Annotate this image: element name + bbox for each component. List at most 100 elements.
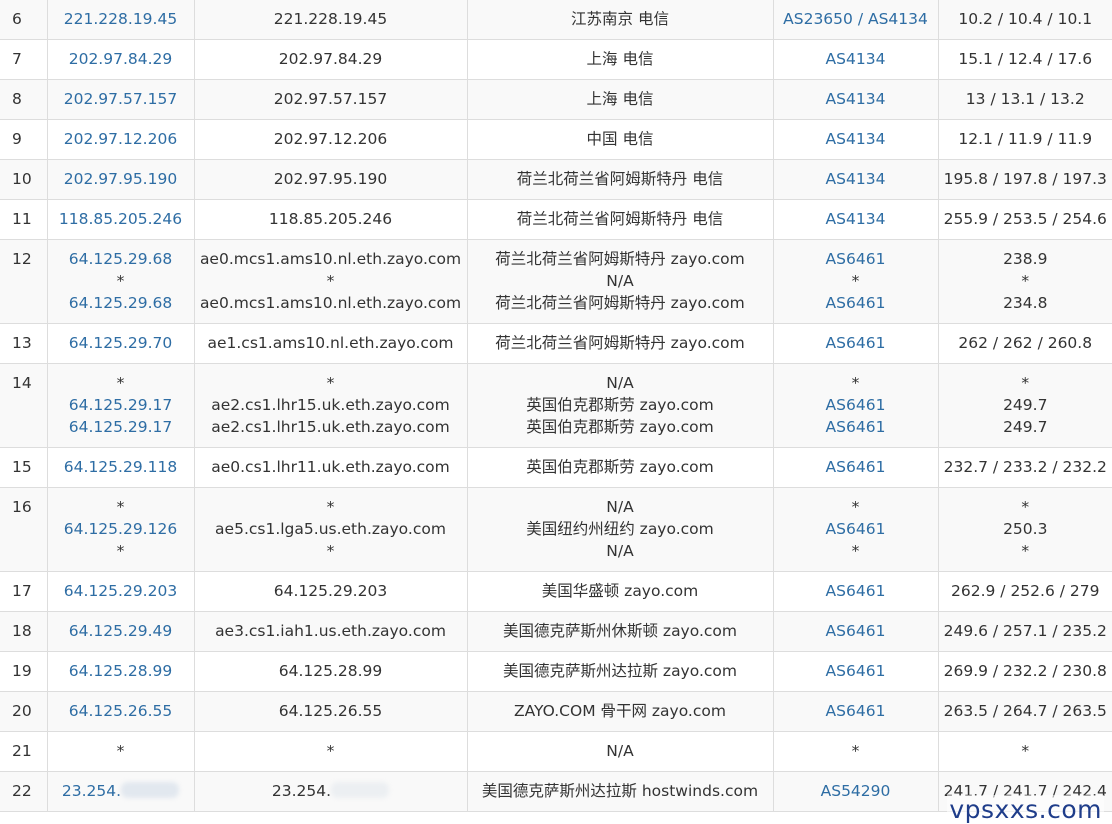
ip-address-link[interactable]: 64.125.29.126 — [64, 520, 177, 538]
ip-address-line: 64.125.29.17 — [48, 394, 194, 416]
asn-line: AS6461 — [774, 248, 938, 270]
hop-number: 14 — [0, 363, 48, 448]
hop-row: 6 221.228.19.45 221.228.19.45 江苏南京 电信 AS2365… — [0, 0, 1112, 40]
asn-cell: AS6461 * AS6461 — [773, 239, 939, 324]
hop-row: 19 64.125.28.99 64.125.28.99 美国德克萨斯州达拉斯 zay… — [0, 651, 1112, 692]
latency-text: * — [1021, 498, 1030, 516]
ip-address-link[interactable]: 64.125.29.49 — [69, 622, 173, 640]
geo-location-cell: N/A 英国伯克郡斯劳 zayo.com 英国伯克郡斯劳 zayo.com — [467, 363, 774, 448]
ip-address-cell: * 64.125.29.17 64.125.29.17 — [47, 363, 195, 448]
hostname-cell: 23.254. — [194, 771, 468, 812]
geo-location-line: N/A — [468, 496, 773, 518]
hostname-cell: ae0.mcs1.ams10.nl.eth.zayo.com * ae0.mcs1.… — [194, 239, 468, 324]
geo-location-line: 江苏南京 电信 — [468, 8, 773, 30]
asn-link[interactable]: AS6461 — [826, 662, 886, 680]
asn-link[interactable]: AS6461 — [826, 520, 886, 538]
geo-location-text: 荷兰北荷兰省阿姆斯特丹 zayo.com — [495, 250, 745, 268]
latency-cell: 262 / 262 / 260.8 — [938, 323, 1112, 364]
asn-link[interactable]: AS6461 — [826, 294, 886, 312]
ip-address-cell: 64.125.29.68 * 64.125.29.68 — [47, 239, 195, 324]
ip-address-link[interactable]: 64.125.29.118 — [64, 458, 177, 476]
asn-link[interactable]: AS6461 — [826, 622, 886, 640]
latency-cell: 15.1 / 12.4 / 17.6 — [938, 39, 1112, 80]
ip-address-link[interactable]: 202.97.84.29 — [69, 50, 173, 68]
asn-cell: * — [773, 731, 939, 772]
ip-address-link[interactable]: 202.97.12.206 — [64, 130, 177, 148]
latency-text: 249.7 — [1003, 396, 1048, 414]
latency-text: 269.9 / 232.2 / 230.8 — [943, 662, 1107, 680]
asn-link[interactable]: AS6461 — [826, 334, 886, 352]
ip-address-link[interactable]: 64.125.29.68 — [69, 250, 173, 268]
hop-number: 18 — [0, 611, 48, 652]
asn-link[interactable]: AS4134 — [826, 90, 886, 108]
latency-cell: 238.9 * 234.8 — [938, 239, 1112, 324]
geo-location-cell: 美国德克萨斯州达拉斯 hostwinds.com — [467, 771, 774, 812]
geo-location-line: 荷兰北荷兰省阿姆斯特丹 电信 — [468, 208, 773, 230]
latency-line: 249.7 — [939, 394, 1112, 416]
asn-line: AS4134 — [774, 48, 938, 70]
asn-link[interactable]: AS54290 — [821, 782, 891, 800]
ip-address-link[interactable]: 64.125.28.99 — [69, 662, 173, 680]
ip-address-link[interactable]: 64.125.26.55 — [69, 702, 173, 720]
hostname-text: 64.125.26.55 — [278, 702, 383, 720]
ip-address-link[interactable]: 221.228.19.45 — [64, 10, 177, 28]
hop-row: 9 202.97.12.206 202.97.12.206 中国 电信 AS4134 12… — [0, 119, 1112, 160]
latency-line: 10.2 / 10.4 / 10.1 — [939, 8, 1112, 30]
hostname-line: 202.97.95.190 — [195, 168, 467, 190]
hop-number: 12 — [0, 239, 48, 324]
asn-line: * — [774, 496, 938, 518]
geo-location-line: 荷兰北荷兰省阿姆斯特丹 zayo.com — [468, 248, 773, 270]
geo-location-cell: 中国 电信 — [467, 119, 774, 160]
ip-address-link[interactable]: 23.254. — [62, 782, 121, 800]
hop-row: 14 * 64.125.29.17 64.125.29.17 * ae2.cs1.lhr1… — [0, 363, 1112, 448]
hop-number: 16 — [0, 487, 48, 572]
geo-location-text: 美国德克萨斯州达拉斯 hostwinds.com — [481, 782, 759, 800]
ip-address-line: 202.97.84.29 — [48, 48, 194, 70]
geo-location-line: 美国德克萨斯州达拉斯 zayo.com — [468, 660, 773, 682]
asn-link[interactable]: AS6461 — [826, 418, 886, 436]
hostname-line: 118.85.205.246 — [195, 208, 467, 230]
ip-address-text: * — [116, 542, 125, 560]
latency-line: 255.9 / 253.5 / 254.6 — [939, 208, 1112, 230]
asn-cell: AS23650 / AS4134 — [773, 0, 939, 40]
geo-location-line: 美国纽约州纽约 zayo.com — [468, 518, 773, 540]
asn-link[interactable]: AS4134 — [826, 130, 886, 148]
asn-link[interactable]: AS6461 — [826, 250, 886, 268]
asn-link[interactable]: AS4134 — [826, 170, 886, 188]
ip-address-link[interactable]: 64.125.29.70 — [69, 334, 173, 352]
asn-link[interactable]: AS6461 — [826, 582, 886, 600]
asn-link[interactable]: AS23650 / AS4134 — [783, 10, 928, 28]
hostname-line: 202.97.84.29 — [195, 48, 467, 70]
geo-location-cell: 荷兰北荷兰省阿姆斯特丹 zayo.com — [467, 323, 774, 364]
latency-line: 232.7 / 233.2 / 232.2 — [939, 456, 1112, 478]
geo-location-line: N/A — [468, 270, 773, 292]
asn-link[interactable]: AS6461 — [826, 458, 886, 476]
hostname-cell: * ae5.cs1.lga5.us.eth.zayo.com * — [194, 487, 468, 572]
ip-address-link[interactable]: 64.125.29.203 — [64, 582, 177, 600]
ip-address-link[interactable]: 64.125.29.17 — [69, 418, 173, 436]
ip-address-link[interactable]: 64.125.29.17 — [69, 396, 173, 414]
ip-address-link[interactable]: 64.125.29.68 — [69, 294, 173, 312]
asn-link[interactable]: AS6461 — [826, 702, 886, 720]
traceroute-table-body: 6 221.228.19.45 221.228.19.45 江苏南京 电信 AS2365… — [0, 0, 1112, 812]
ip-address-link[interactable]: 202.97.57.157 — [64, 90, 177, 108]
geo-location-text: 江苏南京 电信 — [571, 10, 669, 28]
ip-address-cell: 64.125.29.203 — [47, 571, 195, 612]
geo-location-cell: 上海 电信 — [467, 39, 774, 80]
ip-address-line: * — [48, 372, 194, 394]
geo-location-line: 荷兰北荷兰省阿姆斯特丹 电信 — [468, 168, 773, 190]
ip-address-link[interactable]: 202.97.95.190 — [64, 170, 177, 188]
asn-link[interactable]: AS4134 — [826, 50, 886, 68]
asn-link[interactable]: AS4134 — [826, 210, 886, 228]
ip-address-line: 202.97.12.206 — [48, 128, 194, 150]
hop-number: 22 — [0, 771, 48, 812]
latency-text: 263.5 / 264.7 / 263.5 — [943, 702, 1107, 720]
ip-address-link[interactable]: 118.85.205.246 — [59, 210, 182, 228]
asn-link[interactable]: AS6461 — [826, 396, 886, 414]
hostname-text: ae0.mcs1.ams10.nl.eth.zayo.com — [199, 250, 462, 268]
ip-address-line: 64.125.29.126 — [48, 518, 194, 540]
asn-line: AS6461 — [774, 518, 938, 540]
hostname-text: 64.125.28.99 — [278, 662, 383, 680]
hop-number: 19 — [0, 651, 48, 692]
hop-number: 10 — [0, 159, 48, 200]
